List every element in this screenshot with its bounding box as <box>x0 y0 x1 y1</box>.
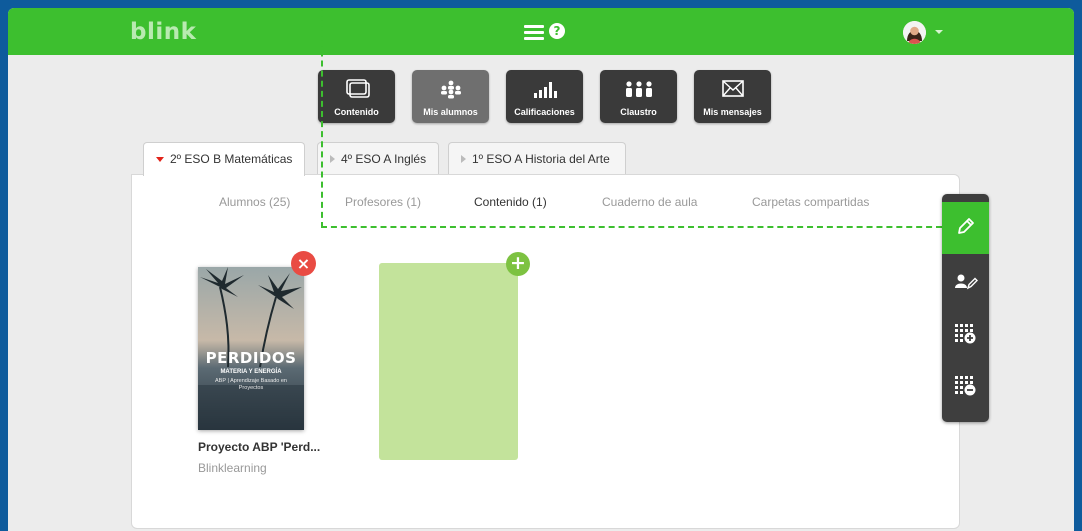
book-cover[interactable]: PERDIDOS MATERIA Y ENERGÍA ABP | Aprendi… <box>198 267 304 430</box>
add-content-slot[interactable] <box>379 263 518 460</box>
students-icon <box>440 80 461 99</box>
subnav-carpetas-compartidas[interactable]: Carpetas compartidas <box>752 195 869 209</box>
toolbar-label: Claustro <box>620 107 657 117</box>
app-window: blink ? Contenido Mis alumnos Calificaci… <box>8 8 1074 531</box>
remove-content-button[interactable]: × <box>291 251 316 276</box>
tab-2eso-b-matematicas[interactable]: 2º ESO B Matemáticas <box>143 142 305 176</box>
help-icon[interactable]: ? <box>549 23 565 39</box>
edit-students-button[interactable] <box>942 257 989 309</box>
chevron-down-icon[interactable] <box>935 30 943 34</box>
cover-description: ABP | Aprendizaje Basado en Proyectos <box>215 378 287 391</box>
pencil-icon <box>958 218 974 234</box>
tab-label: 1º ESO A Historia del Arte <box>472 152 610 166</box>
toolbar-label: Mis mensajes <box>703 107 762 117</box>
content-icon <box>345 79 370 98</box>
grades-icon <box>533 82 557 98</box>
toolbar-claustro-button[interactable]: Claustro <box>600 70 677 123</box>
toolbar-label: Mis alumnos <box>423 107 478 117</box>
cover-subtitle: MATERIA Y ENERGÍA <box>220 369 282 375</box>
caret-down-icon <box>156 157 164 162</box>
caret-right-icon <box>461 155 466 163</box>
top-bar: blink ? <box>8 8 1074 55</box>
add-grid-button[interactable] <box>942 309 989 361</box>
tab-1eso-a-historia-del-arte[interactable]: 1º ESO A Historia del Arte <box>448 142 626 175</box>
side-toolbar <box>942 194 989 422</box>
blink-logo[interactable]: blink <box>130 19 196 45</box>
toolbar-contenido-button[interactable]: Contenido <box>318 70 395 123</box>
toolbar-mis-alumnos-button[interactable]: Mis alumnos <box>412 70 489 123</box>
staff-icon <box>625 81 652 97</box>
hamburger-menu-icon[interactable] <box>524 25 544 40</box>
edit-button[interactable] <box>942 202 989 254</box>
subnav-cuaderno-de-aula[interactable]: Cuaderno de aula <box>602 195 697 209</box>
remove-grid-button[interactable] <box>942 361 989 413</box>
cover-title: PERDIDOS <box>205 349 297 367</box>
subnav-alumnos[interactable]: Alumnos (25) <box>219 195 290 209</box>
guide-line-vertical <box>321 8 323 228</box>
caret-right-icon <box>330 155 335 163</box>
add-content-button[interactable]: + <box>506 252 530 276</box>
tab-4eso-a-ingles[interactable]: 4º ESO A Inglés <box>317 142 439 175</box>
toolbar-label: Calificaciones <box>514 107 575 117</box>
content-author: Blinklearning <box>198 461 267 475</box>
avatar[interactable] <box>903 21 926 44</box>
toolbar-mis-mensajes-button[interactable]: Mis mensajes <box>694 70 771 123</box>
tab-label: 2º ESO B Matemáticas <box>170 152 293 166</box>
toolbar-label: Contenido <box>334 107 379 117</box>
subnav-contenido[interactable]: Contenido (1) <box>474 195 547 209</box>
envelope-icon <box>721 80 744 97</box>
content-title[interactable]: Proyecto ABP 'Perd... <box>198 440 320 454</box>
subnav-profesores[interactable]: Profesores (1) <box>345 195 421 209</box>
grid-add-icon <box>955 324 976 344</box>
toolbar-calificaciones-button[interactable]: Calificaciones <box>506 70 583 123</box>
tab-label: 4º ESO A Inglés <box>341 152 427 166</box>
user-edit-icon <box>955 274 978 290</box>
grid-remove-icon <box>955 376 976 396</box>
guide-line-horizontal <box>321 226 942 228</box>
